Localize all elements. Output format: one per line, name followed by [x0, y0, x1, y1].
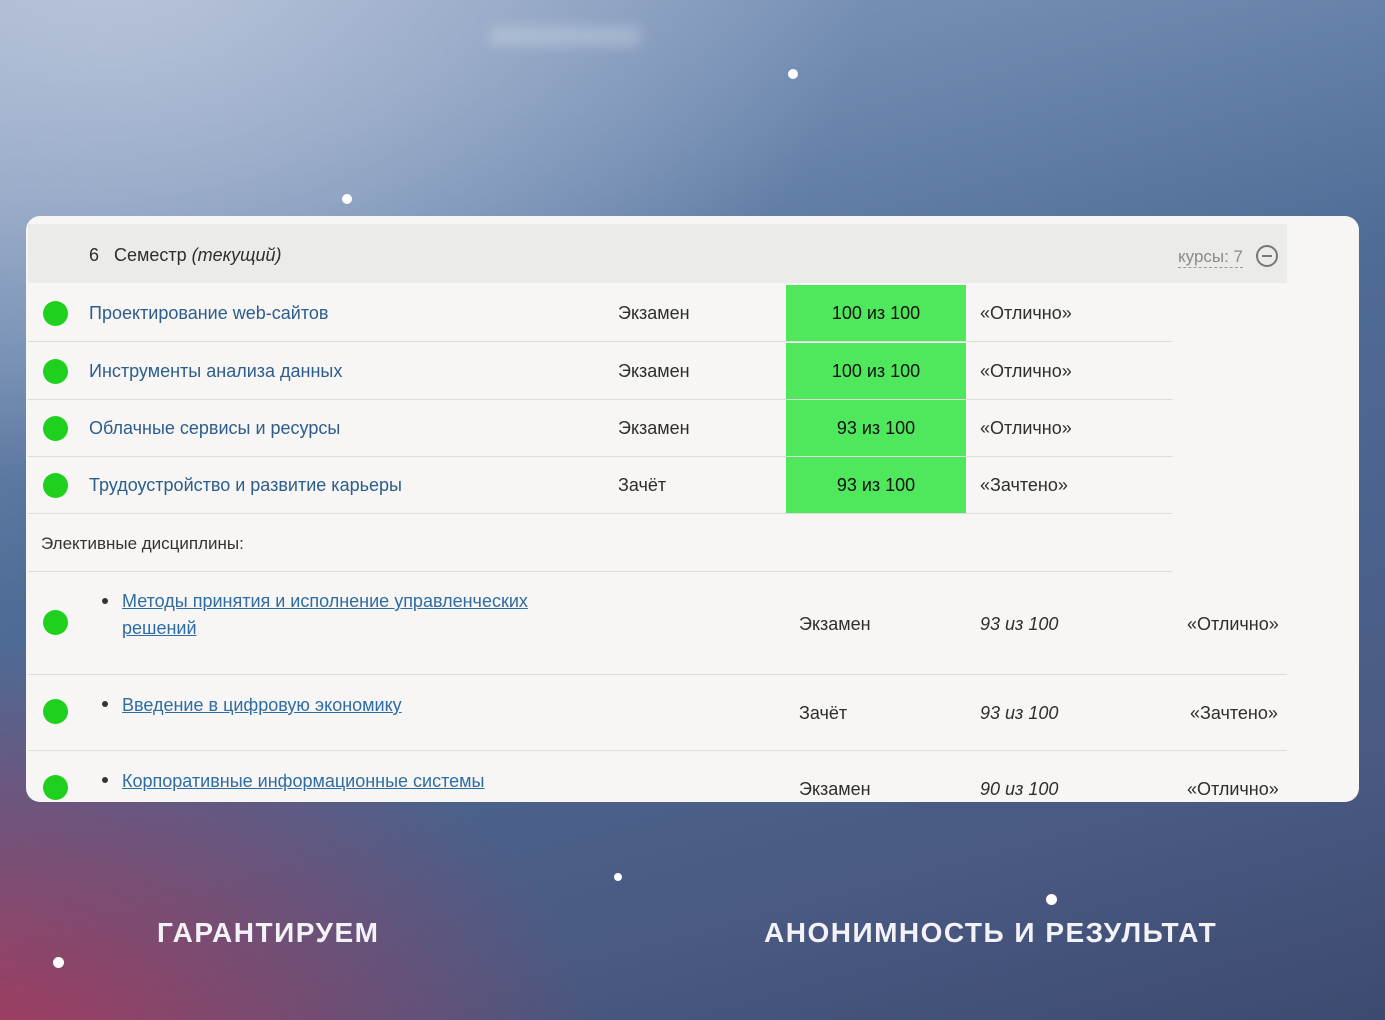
course-row: Облачные сервисы и ресурсы Экзамен 93 из… — [26, 400, 1359, 457]
course-row: Трудоустройство и развитие карьеры Зачёт… — [26, 457, 1359, 514]
blur-highlight — [490, 26, 640, 46]
elective-row: Корпоративные информационные системы Экз… — [26, 751, 1359, 802]
score-cell: 100 из 100 — [786, 285, 966, 341]
sparkle-dot — [1046, 894, 1057, 905]
green-status-dot — [43, 699, 68, 724]
green-status-dot — [43, 775, 68, 800]
list-bullet — [102, 777, 108, 783]
grade: «Отлично» — [1187, 614, 1279, 634]
course-name[interactable]: Проектирование web-сайтов — [89, 301, 328, 325]
control-type: Экзамен — [799, 614, 871, 634]
sparkle-dot — [342, 194, 352, 204]
row-divider — [28, 513, 1172, 514]
course-name[interactable]: Облачные сервисы и ресурсы — [89, 416, 340, 440]
courses-count-toggle[interactable]: курсы: 7 — [1178, 247, 1244, 268]
semester-title: Семестр (текущий) — [114, 243, 282, 267]
grade: «Отлично» — [980, 303, 1072, 323]
semester-label: Семестр — [114, 245, 187, 265]
course-name[interactable]: Инструменты анализа данных — [89, 359, 342, 383]
green-status-dot — [43, 416, 68, 441]
tagline-right: АНОНИМНОСТЬ И РЕЗУЛЬТАТ — [764, 917, 1218, 948]
grade: «Отлично» — [980, 418, 1072, 438]
promo-background: 6 Семестр (текущий) курсы: 7 Проектирова… — [0, 0, 1385, 1020]
minus-bar — [1262, 255, 1272, 257]
list-bullet — [102, 598, 108, 604]
sparkle-dot — [53, 957, 64, 968]
score: 93 из 100 — [980, 614, 1059, 634]
score-cell: 93 из 100 — [786, 457, 966, 513]
course-row: Инструменты анализа данных Экзамен 100 и… — [26, 343, 1359, 400]
elective-link[interactable]: Корпоративные информационные системы — [122, 768, 582, 795]
grade: «Отлично» — [980, 361, 1072, 381]
control-type: Экзамен — [618, 303, 690, 323]
control-type: Экзамен — [618, 361, 690, 381]
course-row: Проектирование web-сайтов Экзамен 100 из… — [26, 285, 1359, 342]
sparkle-dot — [614, 873, 622, 881]
semester-number: 6 — [89, 245, 100, 265]
semester-status: (текущий) — [191, 245, 282, 265]
elective-link[interactable]: Методы принятия и исполнение управленчес… — [122, 588, 582, 642]
elective-link[interactable]: Введение в цифровую экономику — [122, 692, 582, 719]
grade: «Зачтено» — [1190, 703, 1278, 723]
grade: «Отлично» — [1187, 779, 1279, 799]
sparkle-dot — [788, 69, 798, 79]
green-status-dot — [43, 359, 68, 384]
grades-card: 6 Семестр (текущий) курсы: 7 Проектирова… — [26, 216, 1359, 802]
control-type: Экзамен — [799, 779, 871, 799]
grade: «Зачтено» — [980, 475, 1068, 495]
green-status-dot — [43, 301, 68, 326]
green-status-dot — [43, 473, 68, 498]
electives-heading: Элективные дисциплины: — [41, 534, 244, 553]
elective-row: Введение в цифровую экономику Зачёт 93 и… — [26, 675, 1359, 751]
elective-row: Методы принятия и исполнение управленчес… — [26, 572, 1359, 675]
course-name[interactable]: Трудоустройство и развитие карьеры — [89, 473, 402, 497]
score-cell: 93 из 100 — [786, 400, 966, 456]
minus-circle-icon[interactable] — [1256, 245, 1278, 267]
score: 90 из 100 — [980, 779, 1059, 799]
row-divider — [28, 341, 1172, 342]
green-status-dot — [43, 610, 68, 635]
control-type: Зачёт — [799, 703, 848, 723]
score-cell: 100 из 100 — [786, 343, 966, 399]
score: 93 из 100 — [980, 703, 1059, 723]
control-type: Зачёт — [618, 475, 667, 495]
control-type: Экзамен — [618, 418, 690, 438]
list-bullet — [102, 701, 108, 707]
tagline-left: ГАРАНТИРУЕМ — [157, 917, 380, 948]
